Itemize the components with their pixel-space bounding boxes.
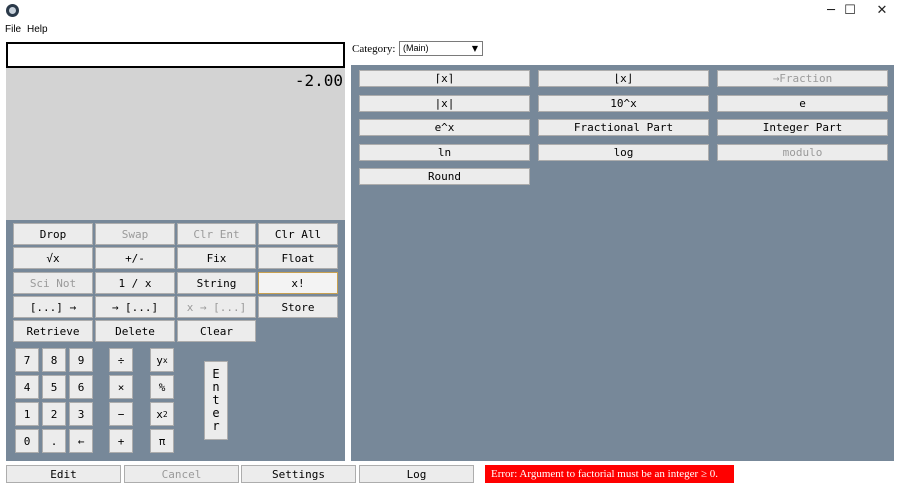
enter-button[interactable]: E n t e r (204, 361, 228, 440)
ceiling-button[interactable]: ⌈x⌉ (359, 70, 530, 87)
error-message: Error: Argument to factorial must be an … (485, 465, 734, 483)
clear-button[interactable]: Clear (177, 320, 256, 342)
square-base: x (156, 407, 163, 421)
dropdown-arrow-icon: ▼ (471, 44, 478, 53)
log-function-button[interactable]: log (538, 144, 709, 161)
reciprocal-button[interactable]: 1 / x (95, 272, 175, 294)
pack-list-button[interactable]: → [...] (95, 296, 175, 318)
drop-button[interactable]: Drop (13, 223, 93, 245)
integer-part-button[interactable]: Integer Part (717, 119, 888, 136)
percent-button[interactable]: % (150, 375, 174, 399)
ten-power-button[interactable]: 10^x (538, 95, 709, 112)
category-select[interactable]: (Main) ▼ (399, 41, 483, 56)
cancel-button[interactable]: Cancel (124, 465, 239, 483)
power-base: y (156, 353, 163, 367)
category-selected-value: (Main) (403, 43, 429, 53)
clear-entry-button[interactable]: Clr Ent (177, 223, 256, 245)
menu-help[interactable]: Help (27, 24, 48, 35)
fractional-part-button[interactable]: Fractional Part (538, 119, 709, 136)
key-8[interactable]: 8 (42, 348, 66, 372)
key-4[interactable]: 4 (15, 375, 39, 399)
key-7[interactable]: 7 (15, 348, 39, 372)
stack-display: -2.00 (6, 68, 345, 220)
maximize-button[interactable]: ☐ (832, 0, 868, 22)
store-button[interactable]: Store (258, 296, 338, 318)
key-5[interactable]: 5 (42, 375, 66, 399)
x-to-list-button[interactable]: x → [...] (177, 296, 256, 318)
clear-all-button[interactable]: Clr All (258, 223, 338, 245)
string-button[interactable]: String (177, 272, 256, 294)
float-button[interactable]: Float (258, 247, 338, 269)
sci-not-button[interactable]: Sci Not (13, 272, 93, 294)
multiply-button[interactable]: × (109, 375, 133, 399)
sqrt-button[interactable]: √x (13, 247, 93, 269)
key-0[interactable]: 0 (15, 429, 39, 453)
exp-button[interactable]: e^x (359, 119, 530, 136)
edit-button[interactable]: Edit (6, 465, 121, 483)
decimal-point-button[interactable]: . (42, 429, 66, 453)
minus-button[interactable]: − (109, 402, 133, 426)
retrieve-button[interactable]: Retrieve (13, 320, 93, 342)
app-icon (6, 4, 19, 17)
factorial-button[interactable]: x! (258, 272, 338, 294)
key-9[interactable]: 9 (69, 348, 93, 372)
power-exponent: x (162, 355, 168, 365)
pi-button[interactable]: π (150, 429, 174, 453)
title-bar: ─ ☐ ✕ (0, 0, 900, 22)
stack-top-value: -2.00 (294, 71, 343, 90)
square-button[interactable]: x2 (150, 402, 174, 426)
round-button[interactable]: Round (359, 168, 530, 185)
floor-button[interactable]: ⌊x⌋ (538, 70, 709, 87)
modulo-button[interactable]: modulo (717, 144, 888, 161)
close-button[interactable]: ✕ (864, 0, 900, 22)
delete-button[interactable]: Delete (95, 320, 175, 342)
log-button[interactable]: Log (359, 465, 474, 483)
key-1[interactable]: 1 (15, 402, 39, 426)
unpack-list-button[interactable]: [...] → (13, 296, 93, 318)
square-exponent: 2 (162, 409, 168, 419)
divide-button[interactable]: ÷ (109, 348, 133, 372)
menu-file[interactable]: File (5, 24, 21, 35)
enter-letter: r (212, 419, 220, 433)
to-fraction-button[interactable]: →Fraction (717, 70, 888, 87)
category-label: Category: (352, 43, 396, 55)
settings-button[interactable]: Settings (241, 465, 356, 483)
fix-button[interactable]: Fix (177, 247, 256, 269)
key-3[interactable]: 3 (69, 402, 93, 426)
plus-button[interactable]: + (109, 429, 133, 453)
backspace-button[interactable]: ← (69, 429, 93, 453)
power-button[interactable]: yx (150, 348, 174, 372)
swap-button[interactable]: Swap (95, 223, 175, 245)
ln-button[interactable]: ln (359, 144, 530, 161)
negate-button[interactable]: +/- (95, 247, 175, 269)
key-6[interactable]: 6 (69, 375, 93, 399)
entry-input[interactable] (6, 42, 345, 68)
abs-button[interactable]: |x| (359, 95, 530, 112)
e-constant-button[interactable]: e (717, 95, 888, 112)
key-2[interactable]: 2 (42, 402, 66, 426)
